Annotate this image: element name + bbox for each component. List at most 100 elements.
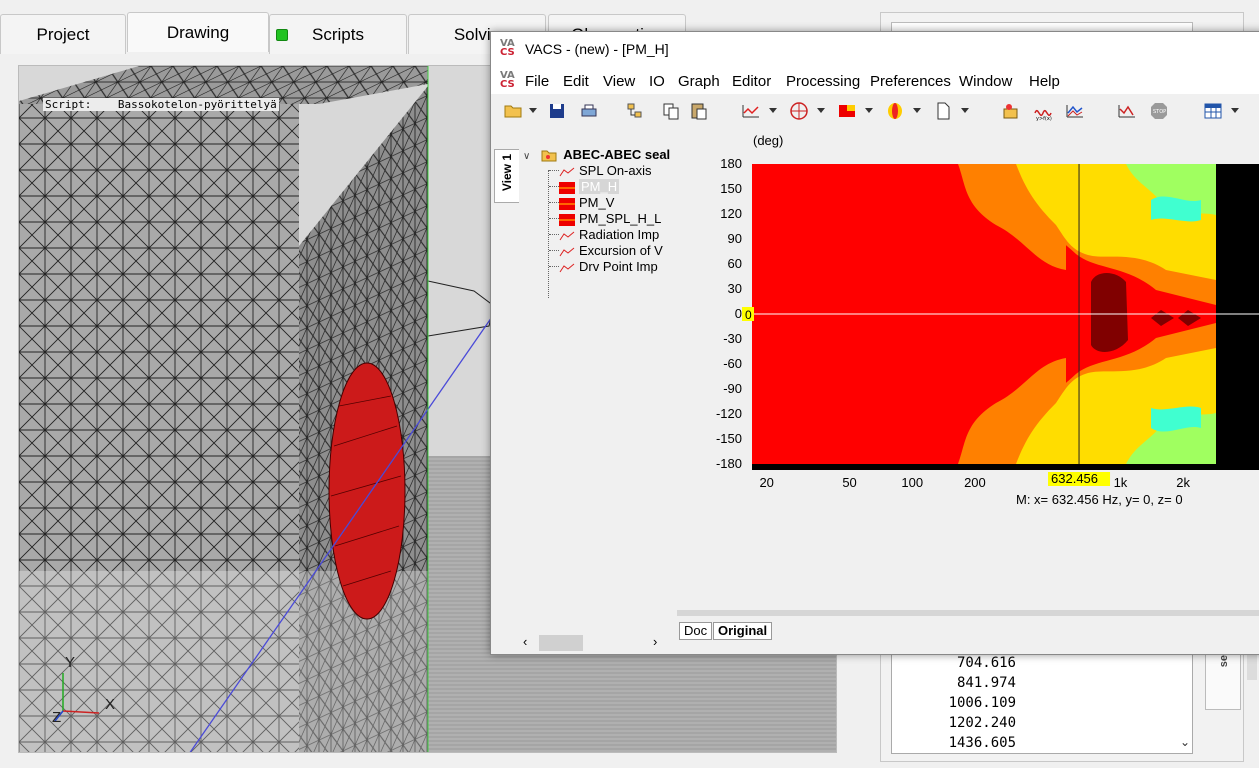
x-tick-label: 1k [1114, 475, 1128, 490]
axis-z-label: Z [52, 709, 62, 726]
contour-map-icon [559, 181, 575, 194]
tab-drawing[interactable]: Drawing [127, 12, 269, 52]
tree-branch [549, 266, 559, 267]
tree-branch [549, 202, 559, 203]
chevron-down-icon[interactable] [529, 108, 537, 113]
chevron-down-icon[interactable]: ∨ [523, 149, 537, 165]
y-tick-label: 0 [735, 306, 742, 321]
vacs-titlebar[interactable]: VA CS VACS - (new) - [PM_H] [491, 32, 1259, 66]
menu-preferences[interactable]: Preferences [870, 73, 951, 90]
view-tab[interactable]: View 1 [494, 149, 519, 203]
menu-edit[interactable]: Edit [563, 73, 589, 90]
paste-icon[interactable] [689, 101, 709, 121]
axis-x-label: X [105, 696, 116, 713]
menu-help[interactable]: Help [1029, 73, 1060, 90]
y-tick-label: 30 [728, 281, 742, 296]
tree-item-excursion[interactable]: Excursion of V [549, 243, 663, 259]
menu-processing[interactable]: Processing [786, 73, 860, 90]
tree-branch [549, 234, 559, 235]
x-axis-band [752, 464, 1259, 470]
table-icon[interactable] [1203, 101, 1223, 121]
menu-window[interactable]: Window [959, 73, 1012, 90]
line-graph-icon [559, 263, 575, 272]
tree-horizontal-scrollbar[interactable]: ‹ › [521, 632, 666, 654]
tree-item-pm-h[interactable]: PM_H [549, 179, 620, 195]
copy-icon[interactable] [661, 101, 681, 121]
menu-io[interactable]: IO [649, 73, 665, 90]
list-item: 1202.240 [948, 715, 1016, 731]
contour-map-icon[interactable] [837, 101, 857, 121]
tab-project[interactable]: Project [0, 14, 126, 54]
tree-root[interactable]: ∨ ABEC-ABEC seal [523, 147, 670, 163]
y-tick-label: 150 [720, 181, 742, 196]
balloon-icon[interactable] [885, 101, 905, 121]
chevron-down-icon[interactable]: ⌄ [1180, 735, 1190, 749]
x-tick-label: 2k [1176, 475, 1190, 490]
tree-root-label: ABEC-ABEC seal [563, 147, 671, 162]
side-tab[interactable]: se [1205, 650, 1241, 710]
polar-map-chart[interactable]: (deg) 1801501209060300-30-60-90-120-150-… [696, 130, 1259, 510]
y-axis-ticks: 180 150 120 90 60 30 0 -30 -60 -90 -120 -150 -180 [716, 156, 742, 471]
save-icon[interactable] [547, 101, 567, 121]
list-item: 704.616 [956, 655, 1016, 671]
menu-view[interactable]: View [603, 73, 635, 90]
tree-item-label: SPL On-axis [579, 163, 652, 178]
line-graph-icon[interactable] [741, 101, 761, 121]
menu-editor[interactable]: Editor [732, 73, 771, 90]
chevron-right-icon[interactable]: › [653, 634, 657, 649]
tree-icon[interactable] [625, 101, 645, 121]
tab-doc[interactable]: Doc [679, 622, 713, 640]
toolbar: y>f(x) STOP [491, 94, 1259, 126]
contour-dark-red-center [1091, 273, 1128, 352]
list-item: 1006.109 [948, 695, 1016, 711]
menu-file[interactable]: File [525, 73, 549, 90]
new-document-icon[interactable] [933, 101, 953, 121]
y-tick-label: -60 [723, 356, 742, 371]
y-tick-label: 180 [720, 156, 742, 171]
menu-graph[interactable]: Graph [678, 73, 720, 90]
tree-item-drv-point-imp[interactable]: Drv Point Imp [549, 259, 658, 275]
open-folder-icon[interactable] [503, 101, 523, 121]
tab-original[interactable]: Original [713, 622, 773, 640]
chevron-down-icon[interactable] [1231, 108, 1239, 113]
window-title: VACS - (new) - [PM_H] [525, 41, 669, 57]
tree-item-pm-v[interactable]: PM_V [549, 195, 614, 211]
chevron-down-icon[interactable] [769, 108, 777, 113]
export-icon[interactable] [1001, 101, 1021, 121]
tree-item-pm-spl-h-l[interactable]: PM_SPL_H_L [549, 211, 661, 227]
fft-icon[interactable]: y>f(x) [1033, 101, 1053, 121]
impulse-icon[interactable] [1117, 101, 1137, 121]
tree-item-label: PM_SPL_H_L [579, 211, 662, 226]
tree-item-label: PM_H [579, 179, 620, 194]
y-tick-label: -150 [716, 431, 742, 446]
cursor-readout: M: x= 632.456 Hz, y= 0, z= 0 [1016, 492, 1183, 507]
script-label: Script: Bassokotelon-pyörittelyä [43, 98, 279, 111]
x-tick-label: 200 [964, 475, 986, 490]
tree-item-radiation-imp[interactable]: Radiation Imp [549, 227, 659, 243]
chevron-down-icon[interactable] [817, 108, 825, 113]
chevron-down-icon[interactable] [913, 108, 921, 113]
scrollbar-thumb[interactable] [539, 635, 583, 651]
vacs-menu-logo-bottom: CS [500, 79, 515, 90]
tree-branch [549, 218, 559, 219]
stop-icon[interactable]: STOP [1149, 101, 1169, 121]
tree-item-label: Drv Point Imp [579, 259, 658, 274]
list-item: 1436.605 [948, 735, 1016, 751]
tree-branch [549, 170, 559, 171]
waterfall-icon[interactable] [1065, 101, 1085, 121]
chevron-down-icon[interactable] [961, 108, 969, 113]
contour-map-icon [559, 197, 575, 210]
view-tab-label: View 1 [500, 154, 514, 192]
vacs-menu-logo-icon[interactable]: VA CS [500, 71, 515, 90]
print-icon[interactable] [579, 101, 599, 121]
tab-project-label: Project [36, 25, 90, 44]
frequency-list[interactable]: 704.616 841.974 1006.109 1202.240 1436.6… [891, 640, 1193, 754]
tab-scripts[interactable]: Scripts [269, 14, 407, 54]
tree-item-label: PM_V [579, 195, 615, 210]
tree-item-spl-on-axis[interactable]: SPL On-axis [549, 163, 652, 179]
polar-graph-icon[interactable] [789, 101, 809, 121]
chevron-left-icon[interactable]: ‹ [523, 634, 527, 649]
y-tick-label: -90 [723, 381, 742, 396]
tree-branch [549, 250, 559, 251]
chevron-down-icon[interactable] [865, 108, 873, 113]
